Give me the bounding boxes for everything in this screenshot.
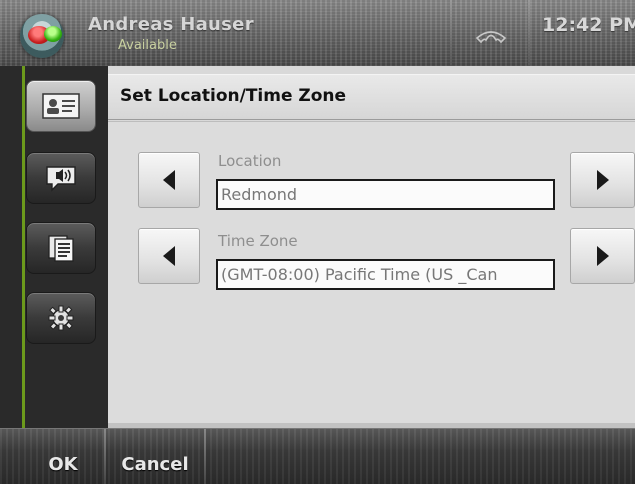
presence-status[interactable]: Available [118,38,177,53]
phone-handset-icon [475,31,507,44]
contact-card-icon [42,93,80,119]
location-next-button[interactable] [570,152,635,208]
arrow-left-icon [163,246,175,266]
settings-panel: Set Location/Time Zone Location Redmond … [108,66,635,428]
gear-icon [48,305,74,331]
location-field[interactable]: Redmond [216,179,555,210]
time-zone-next-button[interactable] [570,228,635,284]
sidebar-item-audio[interactable] [26,152,96,204]
time-zone-previous-button[interactable] [138,228,200,284]
location-label: Location [218,152,282,170]
page-title: Set Location/Time Zone [120,86,347,106]
time-zone-label: Time Zone [218,232,298,250]
location-previous-button[interactable] [138,152,200,208]
sidebar-item-settings[interactable] [26,292,96,344]
status-bar: Andreas Hauser Available 12:42 PM [0,0,635,66]
time-zone-field[interactable]: (GMT-08:00) Pacific Time (US _Can [216,259,555,290]
ok-button[interactable]: OK [22,429,104,484]
sidebar [0,66,108,428]
panel-header: Set Location/Time Zone [108,74,635,120]
clock: 12:42 PM [542,14,635,36]
cancel-button[interactable]: Cancel [106,429,204,484]
arrow-right-icon [596,170,609,190]
sidebar-accent-line [22,66,25,428]
speech-bubble-icon [46,166,76,192]
presence-available-icon [44,26,62,42]
sidebar-item-contact[interactable] [26,80,96,132]
sidebar-item-documents[interactable] [26,222,96,274]
user-name[interactable]: Andreas Hauser [88,14,254,35]
softkey-divider [204,429,206,484]
arrow-right-icon [596,246,609,266]
phone-button[interactable] [452,0,528,66]
arrow-left-icon [163,170,175,190]
softkey-bar: OK Cancel [0,428,635,484]
document-list-icon [48,235,74,262]
status-divider [528,0,530,66]
